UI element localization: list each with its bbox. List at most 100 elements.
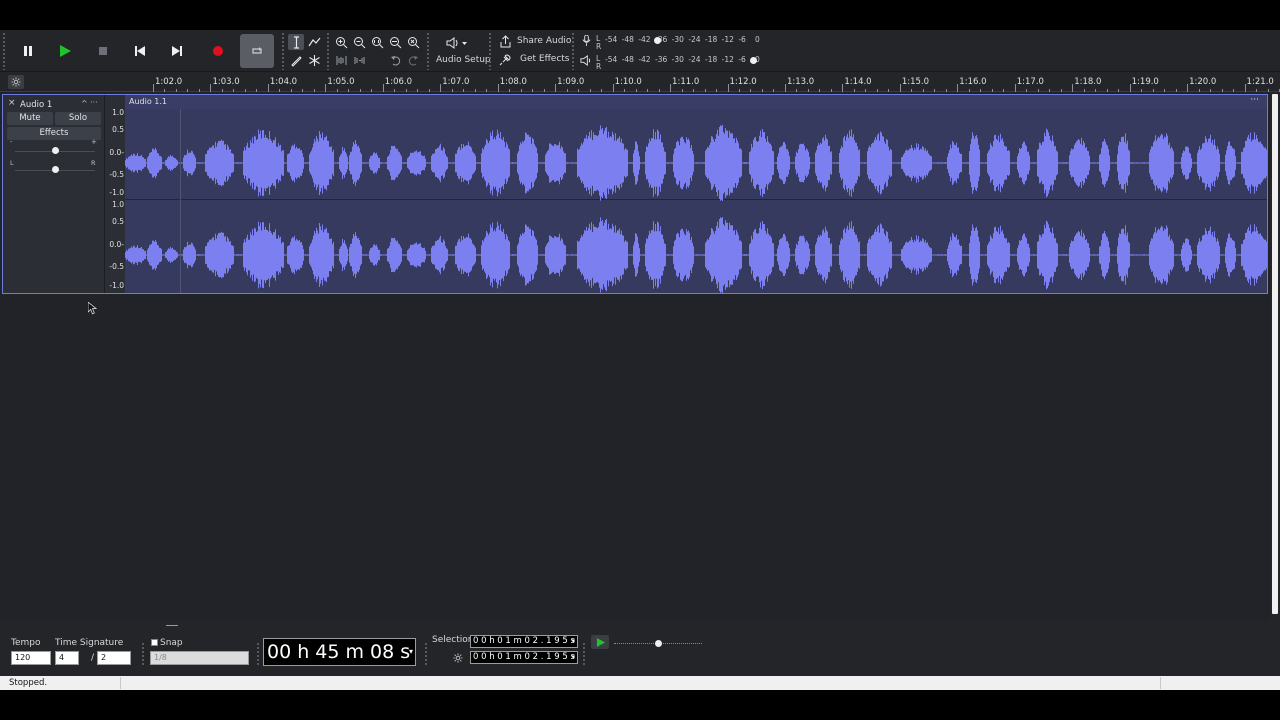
selection-grip[interactable]: [424, 642, 428, 666]
time-sig-upper-input[interactable]: 4: [55, 651, 79, 665]
ruler-major-tick: [842, 84, 844, 92]
microphone-icon[interactable]: [582, 35, 591, 46]
play-at-speed-grip[interactable]: [582, 642, 586, 666]
zoom-in-icon: [335, 36, 347, 48]
audio-setup-button[interactable]: Audio Setup: [433, 32, 491, 70]
ruler-major-tick: [267, 84, 269, 92]
ruler-label: 1:04.0: [269, 77, 298, 87]
timeline-ruler[interactable]: 1:02.0 1:03.0 1:04.0 1:05.0 1:06.0 1:07.0 1:08…: [0, 72, 1280, 92]
speaker-icon[interactable]: [580, 55, 591, 66]
trim-audio-button[interactable]: [333, 52, 349, 68]
track-menu-icon[interactable]: ···: [90, 98, 98, 107]
bottom-separator: [0, 620, 1280, 632]
ruler-label: 1:08.0: [499, 77, 527, 87]
snap-grip[interactable]: [141, 642, 145, 666]
gain-slider-handle[interactable]: [51, 147, 59, 154]
gain-minus-label: -: [10, 138, 13, 146]
solo-button[interactable]: Solo: [55, 112, 101, 125]
vertical-scrollbar-thumb[interactable]: [1272, 94, 1278, 614]
playback-level-handle[interactable]: [750, 57, 757, 64]
ruler-label: 1:16.0: [959, 77, 987, 87]
toolbar-grip[interactable]: [2, 32, 6, 70]
share-grip[interactable]: [488, 32, 492, 70]
trim-icon: [336, 55, 346, 65]
silence-audio-button[interactable]: [351, 52, 367, 68]
snap-select[interactable]: 1/8: [150, 651, 249, 665]
skip-to-start-button[interactable]: [123, 36, 157, 66]
track-close-icon[interactable]: ×: [8, 98, 16, 108]
play-speed-slider-handle[interactable]: [654, 640, 662, 647]
scale-top-1: 1.0: [112, 108, 124, 117]
clip-menu-icon[interactable]: ···: [1250, 95, 1259, 105]
zoom-toggle-button[interactable]: [405, 34, 421, 50]
time-display[interactable]: 00 h 45 m 08 s ▾: [263, 638, 416, 666]
meter-scale-label: -18: [705, 35, 718, 44]
effects-button[interactable]: Effects: [7, 127, 101, 140]
record-button[interactable]: [201, 36, 235, 66]
track-collapse-icon[interactable]: ^: [81, 99, 88, 108]
selection-end-field[interactable]: 0 0 h 0 1 m 0 2 . 1 9 5 s ▾: [470, 651, 578, 664]
selection-gear-icon: [453, 653, 463, 663]
play-button[interactable]: [48, 36, 82, 66]
loop-icon: [252, 47, 262, 54]
tools-grip[interactable]: [281, 32, 285, 70]
envelope-tool-button[interactable]: [306, 34, 322, 50]
edit-grip[interactable]: [326, 32, 330, 70]
ruler-major-tick: [497, 84, 499, 92]
share-audio-button[interactable]: Share Audio: [495, 34, 571, 50]
draw-tool-button[interactable]: [288, 52, 304, 68]
loop-button[interactable]: [240, 34, 274, 68]
pause-button[interactable]: [11, 36, 45, 66]
record-level-handle[interactable]: [654, 37, 661, 44]
ruler-label: 1:13.0: [786, 77, 815, 87]
skip-to-end-icon: [172, 46, 182, 56]
multi-tool-button[interactable]: [306, 52, 322, 68]
meter-scale-label: -42: [638, 35, 651, 44]
selection-start-field[interactable]: 0 0 h 0 1 m 0 2 . 1 9 5 s ▾: [470, 635, 578, 648]
tempo-input[interactable]: 120: [11, 651, 51, 665]
fit-selection-button[interactable]: [369, 34, 385, 50]
time-grip[interactable]: [256, 642, 260, 666]
meter-scale-label: -18: [705, 55, 718, 64]
pencil-icon: [290, 55, 302, 67]
record-meter[interactable]: -54 -48 -42 -36 -30 -24 -18 -12 -6 0: [605, 35, 760, 47]
clip-header[interactable]: Audio 1.1 ···: [125, 95, 1267, 109]
ruler-major-tick: [784, 84, 786, 92]
upload-icon: [500, 35, 511, 48]
redo-button[interactable]: [405, 52, 421, 68]
vertical-scrollbar[interactable]: [1270, 92, 1280, 620]
audio-clip[interactable]: Audio 1.1 ···: [125, 95, 1267, 293]
stop-button[interactable]: [86, 36, 120, 66]
audio-setup-grip[interactable]: [426, 32, 430, 70]
pan-slider-handle[interactable]: [51, 166, 59, 173]
play-icon: [60, 45, 71, 57]
resize-handle[interactable]: [166, 625, 178, 626]
playback-meter[interactable]: -54 -48 -42 -36 -30 -24 -18 -12 -6 0: [605, 55, 760, 67]
snap-checkbox[interactable]: [151, 639, 158, 646]
play-at-speed-button[interactable]: [591, 635, 609, 649]
selection-tool-button[interactable]: [288, 34, 304, 50]
waveform[interactable]: [125, 109, 1267, 293]
meter-scale-label: -36: [655, 55, 668, 64]
ruler-major-tick: [727, 84, 729, 92]
audio-track[interactable]: × Audio 1 ^ ··· Mute Solo Effects - + L …: [2, 94, 1268, 294]
skip-to-end-button[interactable]: [160, 36, 194, 66]
ruler-label: 1:21.0: [1246, 77, 1274, 87]
ruler-label: 1:09.0: [557, 77, 585, 87]
selection-options-button[interactable]: [451, 651, 465, 665]
zoom-out-button[interactable]: [351, 34, 367, 50]
i-beam-icon: [293, 35, 299, 49]
ruler-label: 1:20.0: [1189, 77, 1217, 87]
meter-grip[interactable]: [571, 32, 575, 70]
time-sig-lower-select[interactable]: 2: [97, 651, 131, 665]
clip-title[interactable]: Audio 1.1: [129, 97, 167, 106]
undo-button[interactable]: [387, 52, 403, 68]
fit-project-button[interactable]: [387, 34, 403, 50]
mute-button[interactable]: Mute: [7, 112, 53, 125]
zoom-in-button[interactable]: [333, 34, 349, 50]
get-effects-button[interactable]: Get Effects: [495, 52, 570, 68]
play-at-speed-icon: [596, 637, 605, 647]
vertical-scale[interactable]: 1.0 0.5 0.0- -0.5 -1.0 1.0 0.5 0.0- -0.5…: [106, 95, 126, 293]
ruler-label: 1:11.0: [672, 77, 700, 87]
track-name[interactable]: Audio 1: [20, 100, 52, 110]
